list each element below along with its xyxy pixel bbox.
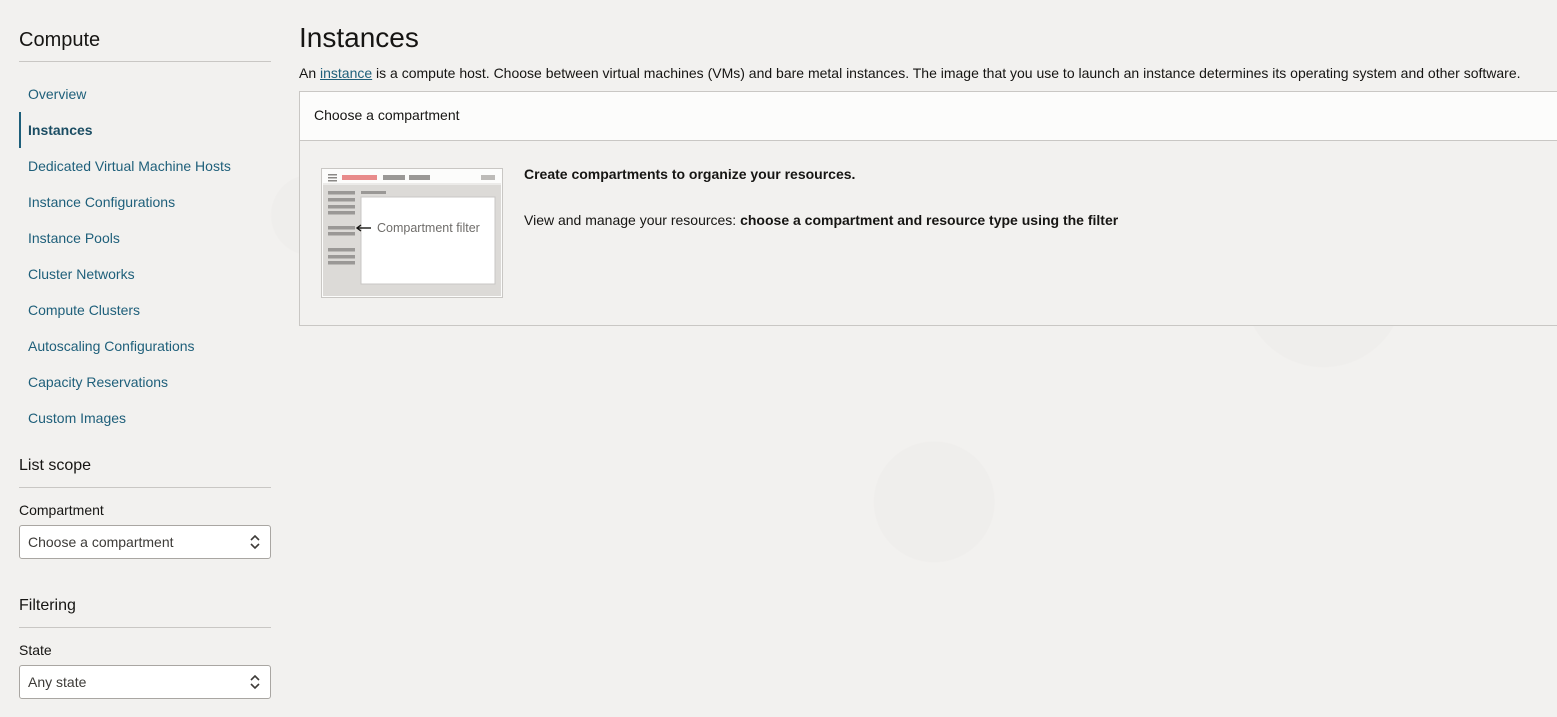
sidebar-nav: Overview Instances Dedicated Virtual Mac… [19,76,271,436]
state-select[interactable]: Any state [19,665,271,699]
sidebar-item-autoscaling-configurations[interactable]: Autoscaling Configurations [19,328,271,364]
compartment-select-value: Choose a compartment [28,534,174,550]
page-title: Instances [299,22,419,53]
sidebar-item-instance-configurations[interactable]: Instance Configurations [19,184,271,220]
sidebar-item-instances[interactable]: Instances [19,112,271,148]
sidebar-divider [19,61,271,62]
sidebar-item-instance-pools[interactable]: Instance Pools [19,220,271,256]
sidebar-item-capacity-reservations[interactable]: Capacity Reservations [19,364,271,400]
filtering-section: Filtering State Any state [19,597,271,699]
compartment-panel: Choose a compartment Compartment filter … [299,91,1557,326]
compartment-filter-illustration: Compartment filter [321,168,503,298]
instructions-prefix: View and manage your resources: [524,212,741,228]
panel-message: Create compartments to organize your res… [524,165,1118,229]
sidebar-item-dedicated-vm-hosts[interactable]: Dedicated Virtual Machine Hosts [19,148,271,184]
filtering-title: Filtering [19,597,76,614]
panel-instructions: View and manage your resources: choose a… [524,211,1118,229]
sidebar: Compute Overview Instances Dedicated Vir… [19,0,271,699]
sidebar-item-overview[interactable]: Overview [19,76,271,112]
main-content: Instances An instance is a compute host.… [299,0,1557,326]
panel-body: Compartment filter Create compartments t… [300,141,1557,325]
page-description: An instance is a compute host. Choose be… [299,64,1557,82]
list-scope-divider [19,487,271,488]
desc-suffix: is a compute host. Choose between virtua… [372,65,1521,81]
list-scope-title: List scope [19,457,92,474]
sidebar-item-cluster-networks[interactable]: Cluster Networks [19,256,271,292]
desc-prefix: An [299,65,321,81]
compartment-filter-label: Compartment filter [377,221,480,235]
panel-heading: Create compartments to organize your res… [524,166,856,182]
filtering-divider [19,627,271,628]
sidebar-item-compute-clusters[interactable]: Compute Clusters [19,292,271,328]
instructions-strong: choose a compartment and resource type u… [740,212,1119,228]
list-scope-section: List scope Compartment Choose a compartm… [19,457,271,559]
sidebar-title: Compute [19,29,101,51]
compartment-select[interactable]: Choose a compartment [19,525,271,559]
sidebar-item-custom-images[interactable]: Custom Images [19,400,271,436]
panel-header: Choose a compartment [300,92,1557,141]
chevron-up-down-icon [250,674,260,690]
compartment-label: Compartment [19,502,104,518]
chevron-up-down-icon [250,534,260,550]
state-label: State [19,642,52,658]
instance-link[interactable]: instance [320,65,372,81]
state-select-value: Any state [28,674,87,690]
